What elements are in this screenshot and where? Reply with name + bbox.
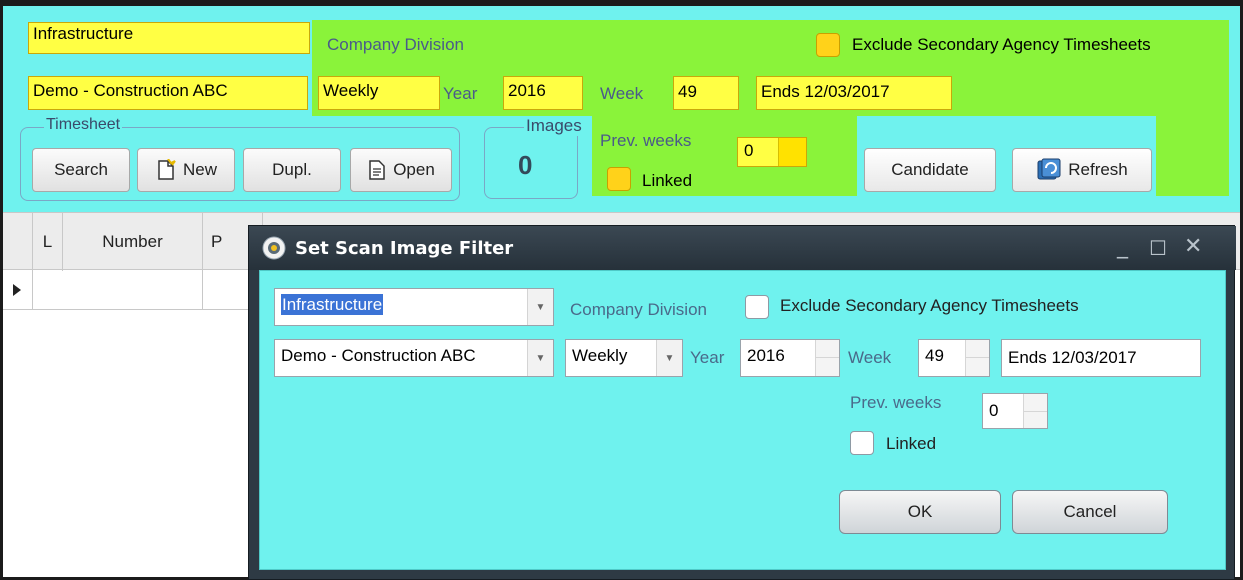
year-spin-buttons[interactable] (815, 340, 839, 376)
row-indicator (3, 270, 33, 310)
dialog-prev-weeks-value: 0 (989, 401, 999, 420)
dialog-year-spinner[interactable]: 2016 (740, 339, 840, 377)
duplicate-button[interactable]: Dupl. (243, 148, 341, 192)
dialog-period-combo[interactable]: Weekly ▼ (565, 339, 683, 377)
candidate-button-label: Candidate (891, 160, 969, 179)
refresh-icon (1037, 158, 1061, 180)
dialog-period-value: Weekly (572, 346, 628, 365)
year-field[interactable]: 2016 (503, 76, 583, 110)
prev-weeks-field[interactable]: 0 (737, 137, 807, 167)
week-field[interactable]: 49 (673, 76, 739, 110)
period-field[interactable]: Weekly (318, 76, 440, 110)
dialog-division-value: Infrastructure (281, 294, 384, 315)
candidate-button[interactable]: Candidate (864, 148, 996, 192)
dialog-company-combo[interactable]: Demo - Construction ABC ▼ (274, 339, 554, 377)
new-button-label: New (182, 160, 217, 179)
prev-weeks-label: Prev. weeks (600, 131, 692, 150)
prev-weeks-green-area (592, 116, 857, 196)
chevron-down-icon[interactable]: ▼ (527, 340, 553, 376)
ok-button-label: OK (907, 502, 933, 521)
dialog-exclude-secondary-label: Exclude Secondary Agency Timesheets (780, 296, 1079, 315)
search-button-label: Search (54, 160, 108, 179)
open-button[interactable]: Open (350, 148, 452, 192)
dialog-body: Infrastructure ▼ Company Division Exclud… (259, 270, 1226, 570)
exclude-secondary-checkbox[interactable] (816, 33, 840, 57)
app-icon (262, 236, 286, 260)
open-document-icon (369, 160, 385, 180)
dialog-year-label: Year (690, 348, 725, 367)
dialog-division-label: Company Division (570, 300, 707, 319)
maximize-button[interactable]: ☐ (1149, 236, 1167, 260)
row-indicator-header (3, 213, 33, 271)
dialog-exclude-secondary-checkbox[interactable] (745, 295, 769, 319)
images-group-title: Images (524, 116, 584, 136)
refresh-button[interactable]: Refresh (1012, 148, 1152, 192)
exclude-secondary-label: Exclude Secondary Agency Timesheets (852, 35, 1151, 54)
chevron-down-icon[interactable]: ▼ (527, 289, 553, 325)
grid-cell[interactable] (33, 270, 203, 310)
year-label: Year (443, 84, 478, 103)
right-green-area (1156, 116, 1229, 196)
new-document-icon (158, 159, 176, 180)
images-count: 0 (518, 150, 533, 180)
linked-label: Linked (642, 171, 693, 190)
division-label: Company Division (327, 35, 464, 54)
dialog-prev-weeks-label: Prev. weeks (850, 393, 942, 412)
dialog-title: Set Scan Image Filter (295, 238, 514, 259)
timesheet-group-title: Timesheet (44, 116, 123, 134)
dialog-week-label: Week (848, 348, 892, 367)
dialog-year-value: 2016 (747, 346, 785, 365)
linked-checkbox[interactable] (607, 167, 631, 191)
dialog-company-value: Demo - Construction ABC (281, 346, 476, 365)
prev-weeks-spin-buttons[interactable] (1023, 394, 1047, 428)
dialog-title-bar[interactable]: Set Scan Image Filter _ ☐ ✕ (249, 226, 1236, 270)
dialog-week-spinner[interactable]: 49 (918, 339, 990, 377)
duplicate-button-label: Dupl. (272, 160, 312, 179)
close-button[interactable]: ✕ (1184, 234, 1202, 259)
prev-weeks-value: 0 (744, 141, 754, 160)
new-button[interactable]: New (137, 148, 235, 192)
prev-weeks-spinner[interactable] (778, 138, 806, 166)
chevron-down-icon[interactable]: ▼ (656, 340, 682, 376)
dialog-ends-date-field: Ends 12/03/2017 (1001, 339, 1201, 377)
set-scan-image-filter-dialog: Set Scan Image Filter _ ☐ ✕ Infrastructu… (248, 225, 1236, 580)
dialog-linked-checkbox[interactable] (850, 431, 874, 455)
dialog-division-combo[interactable]: Infrastructure ▼ (274, 288, 554, 326)
ends-date-field: Ends 12/03/2017 (756, 76, 952, 110)
dialog-linked-label: Linked (886, 434, 937, 453)
open-button-label: Open (393, 160, 435, 179)
search-button[interactable]: Search (32, 148, 130, 192)
row-pointer-icon (13, 284, 21, 296)
cancel-button-label: Cancel (1063, 502, 1117, 521)
minimize-button[interactable]: _ (1117, 234, 1128, 259)
column-header-l[interactable]: L (33, 213, 63, 271)
week-spin-buttons[interactable] (965, 340, 989, 376)
dialog-prev-weeks-spinner[interactable]: 0 (982, 393, 1048, 429)
company-field[interactable]: Demo - Construction ABC (28, 76, 308, 110)
refresh-button-label: Refresh (1068, 160, 1128, 179)
column-header-number[interactable]: Number (63, 213, 203, 271)
ok-button[interactable]: OK (839, 490, 1001, 534)
dialog-week-value: 49 (925, 346, 944, 365)
week-label: Week (600, 84, 644, 103)
division-field[interactable]: Infrastructure (28, 22, 310, 54)
cancel-button[interactable]: Cancel (1012, 490, 1168, 534)
